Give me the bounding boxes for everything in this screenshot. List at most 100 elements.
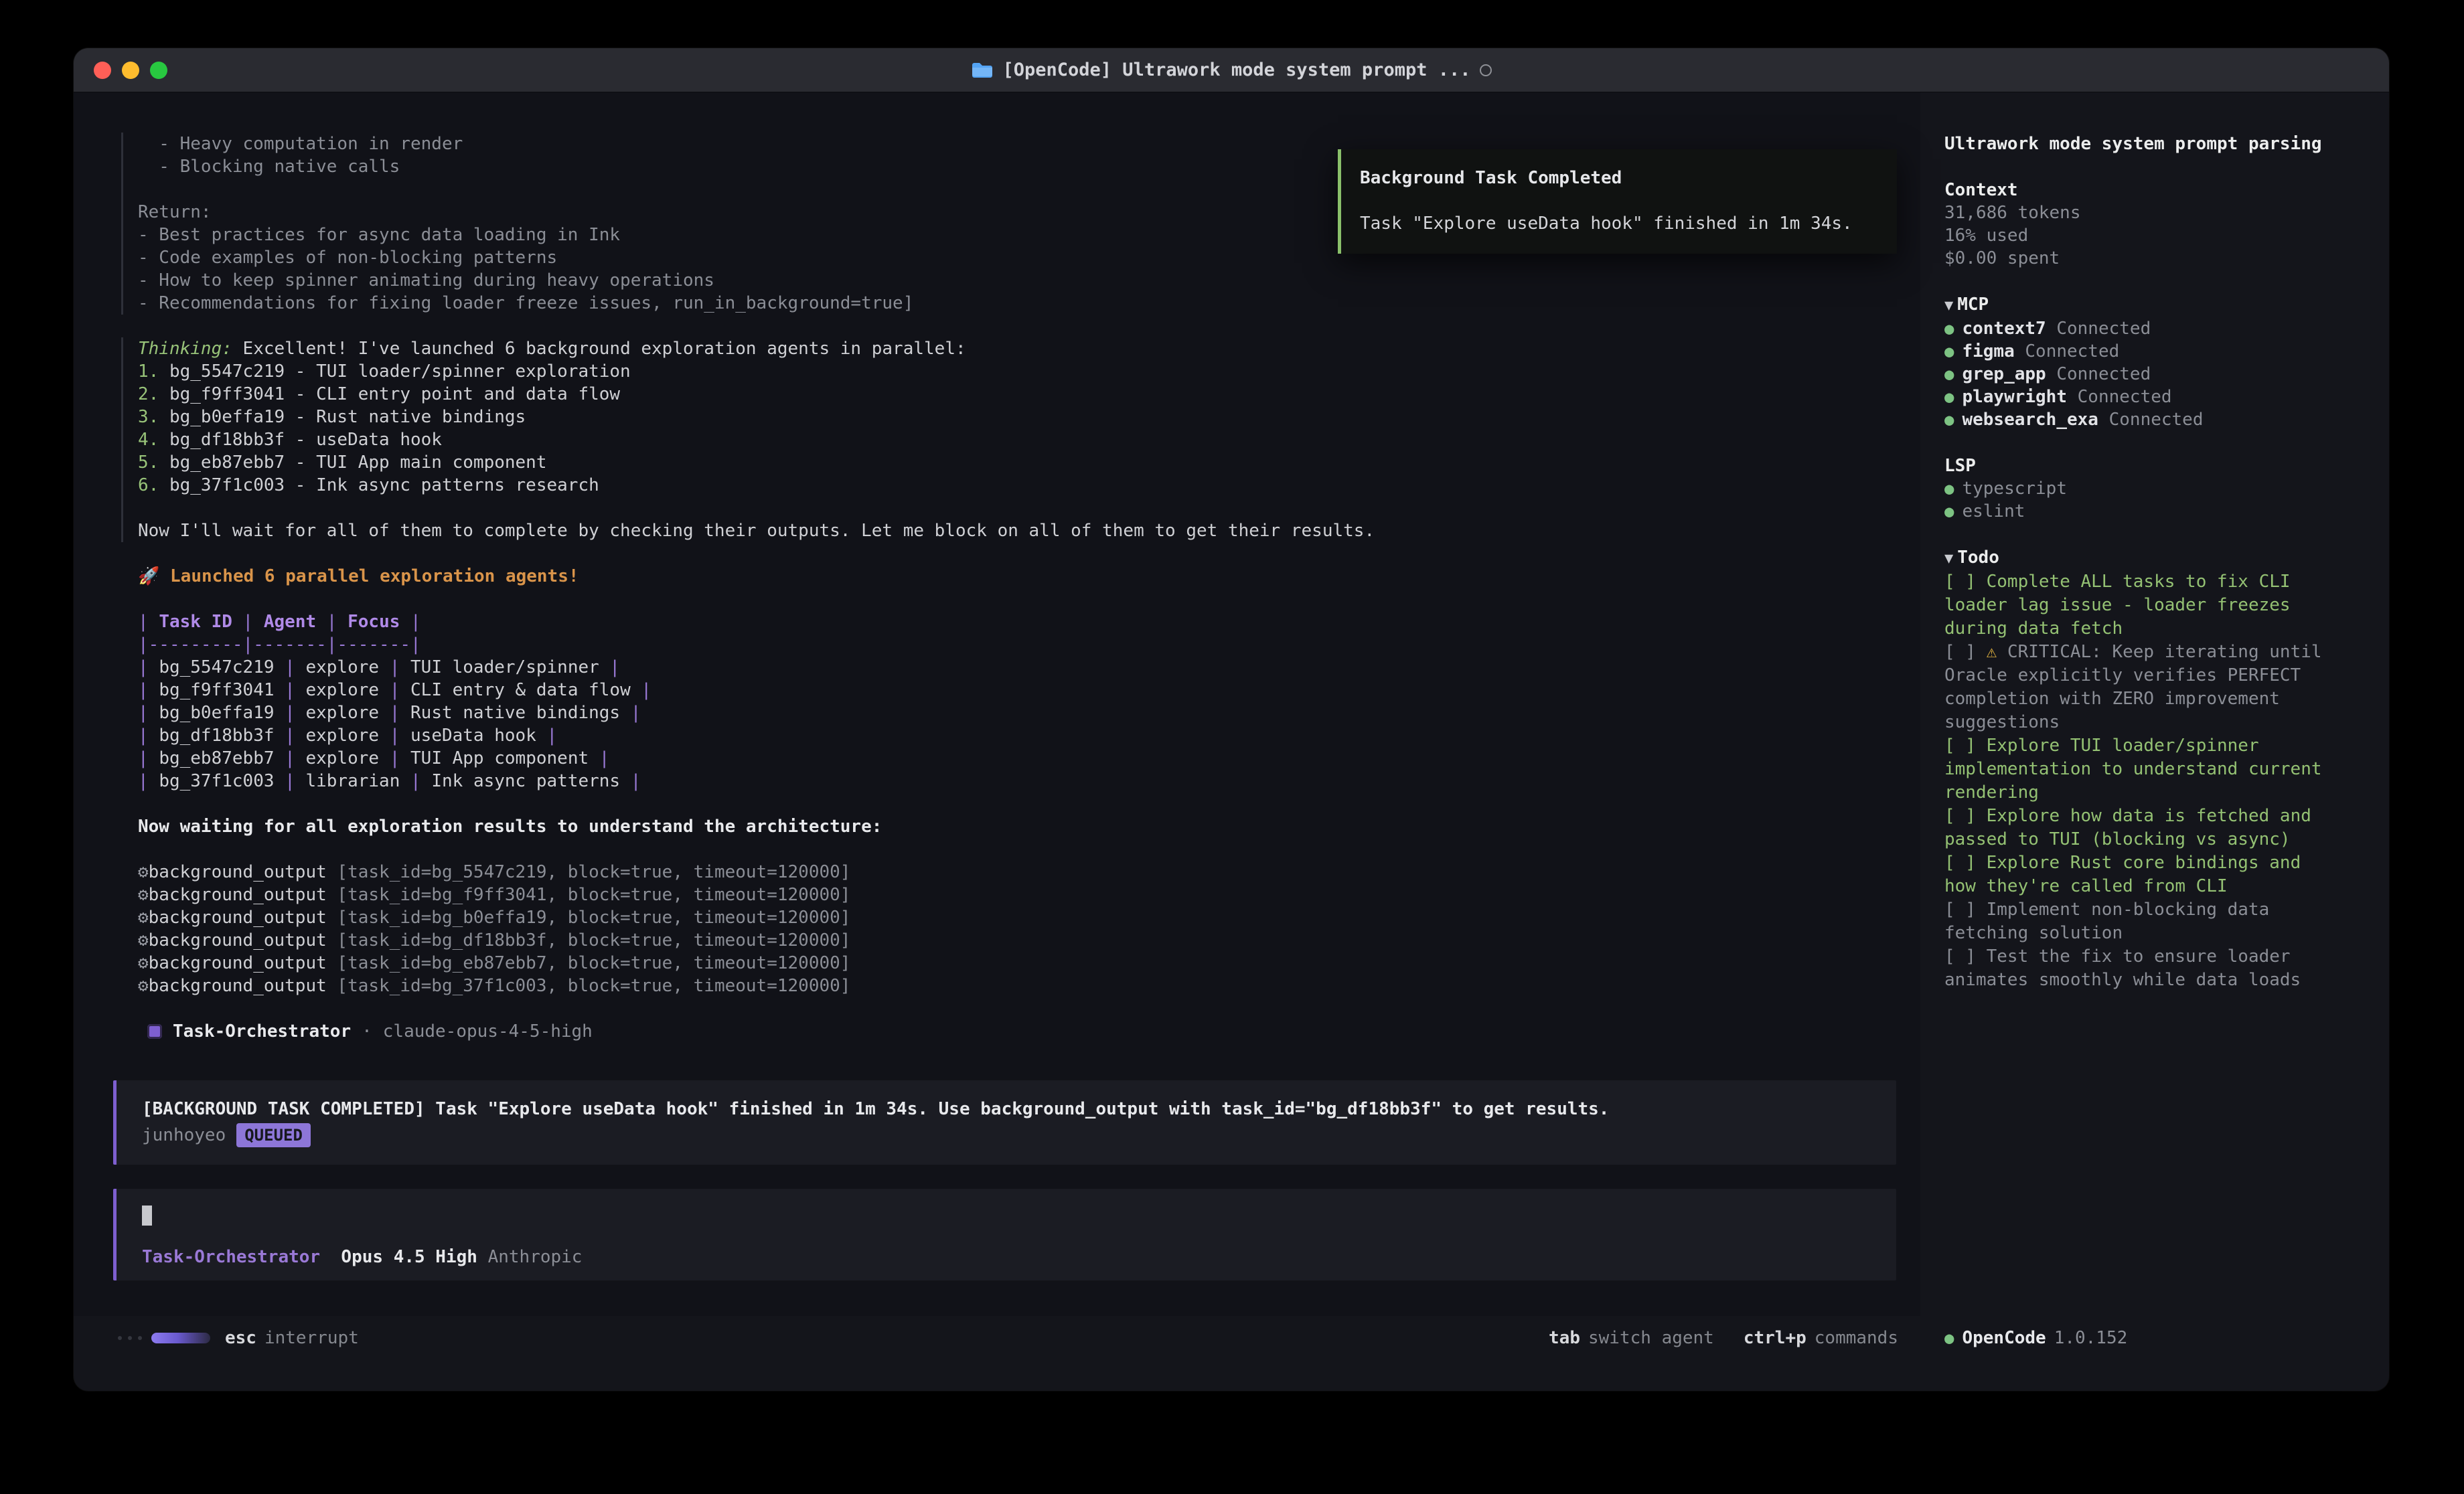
terminal-line: ⚙background_output [task_id=bg_df18bb3f,… [138,929,1896,952]
statusbar: esc interrupt tabswitch agent ctrl+pcomm… [74,1316,2389,1360]
lsp-item: ●eslint [1944,500,2327,523]
titlebar[interactable]: [OpenCode] Ultrawork mode system prompt … [74,48,2389,92]
statusbar-left: esc interrupt [118,1328,359,1348]
terminal-block: Now waiting for all exploration results … [138,815,1896,838]
agent-name: Task-Orchestrator [173,1021,351,1042]
todo-header[interactable]: ▼Todo [1944,546,2327,570]
todo-item: [ ] Explore TUI loader/spinner implement… [1944,734,2327,805]
toast-body: Task "Explore useData hook" finished in … [1360,212,1878,235]
mcp-item: ●grep_app Connected [1944,363,2327,386]
mcp-header[interactable]: ▼MCP [1944,293,2327,317]
input-provider-name: Anthropic [488,1247,583,1267]
input-agent-name: Task-Orchestrator [142,1247,320,1267]
app-name: OpenCode [1962,1328,2046,1348]
background-task-toast[interactable]: Background Task Completed Task "Explore … [1338,149,1897,254]
status-circle-icon [1480,64,1492,76]
conversation-pane[interactable]: - Heavy computation in render - Blocking… [74,92,1920,1316]
background-task-message-card: [BACKGROUND TASK COMPLETED] Task "Explor… [113,1080,1896,1165]
conversation: - Heavy computation in render - Blocking… [138,133,1896,1020]
agent-separator: · [362,1021,372,1042]
todo-text: Explore TUI loader/spinner implementatio… [1944,736,2322,803]
minimize-button[interactable] [122,62,139,79]
terminal-line: 5. bg_eb87ebb7 - TUI App main component [138,451,1896,474]
terminal-line: 1. bg_5547c219 - TUI loader/spinner expl… [138,360,1896,383]
context-stat: 31,686 tokens [1944,201,2327,224]
esc-key-hint: esc [225,1328,256,1348]
status-dot-icon: ● [1944,477,1954,500]
toast-title: Background Task Completed [1360,167,1878,189]
opencode-window: [OpenCode] Ultrawork mode system prompt … [74,48,2389,1391]
terminal-line: | bg_eb87ebb7 | explore | TUI App compon… [138,747,1896,770]
terminal-line: | Task ID | Agent | Focus | [138,610,1896,633]
terminal-line: Now waiting for all exploration results … [138,815,1896,838]
content-row: - Heavy computation in render - Blocking… [74,92,2389,1316]
text-cursor-icon [142,1206,152,1226]
folder-icon [971,61,994,80]
traffic-lights [74,62,167,79]
terminal-line: Now I'll wait for all of them to complet… [138,519,1896,542]
close-button[interactable] [94,62,111,79]
mcp-item: ●context7 Connected [1944,317,2327,340]
terminal-line: | bg_37f1c003 | librarian | Ink async pa… [138,770,1896,793]
terminal-line: 6. bg_37f1c003 - Ink async patterns rese… [138,474,1896,497]
terminal-line: ⚙background_output [task_id=bg_37f1c003,… [138,975,1896,997]
ctrlp-key-label: commands [1815,1328,1898,1348]
spinner-dots-icon [118,1336,142,1340]
terminal-block: ⚙background_output [task_id=bg_5547c219,… [138,861,1896,997]
status-dot-icon: ● [1944,363,1954,386]
todo-text: Explore how data is fetched and passed t… [1944,806,2311,849]
todo-item: [ ] Implement non-blocking data fetching… [1944,898,2327,945]
lsp-header: LSP [1944,454,2327,477]
todo-checkbox: [ ] [1944,853,1987,873]
todo-checkbox: [ ] [1944,572,1987,592]
mcp-section: ▼MCP ●context7 Connected●figma Connected… [1944,293,2327,431]
prompt-input[interactable]: Task-Orchestrator Opus 4.5 High Anthropi… [113,1189,1896,1280]
mcp-item: ●websearch_exa Connected [1944,408,2327,431]
todo-item: [ ] Explore how data is fetched and pass… [1944,805,2327,851]
terminal-line: 3. bg_b0effa19 - Rust native bindings [138,406,1896,428]
todo-item: [ ] Test the fix to ensure loader animat… [1944,945,2327,992]
tab-key-label: switch agent [1588,1328,1714,1348]
terminal-line [138,497,1896,519]
terminal-line: ⚙background_output [task_id=bg_eb87ebb7,… [138,952,1896,975]
input-model-name: Opus 4.5 High [341,1247,477,1267]
todo-item: [ ] ⚠ CRITICAL: Keep iterating until Ora… [1944,641,2327,734]
status-dot-icon: ● [1944,340,1954,363]
todo-checkbox: [ ] [1944,900,1987,920]
terminal-line: 4. bg_df18bb3f - useData hook [138,428,1896,451]
terminal-block: Thinking: Excellent! I've launched 6 bac… [121,337,1896,542]
agent-line: Task-Orchestrator · claude-opus-4-5-high [147,1020,1896,1043]
status-dot-icon: ● [1944,317,1954,340]
context-stat: $0.00 spent [1944,247,2327,270]
status-dot-icon: ● [1944,386,1954,408]
todo-text: Implement non-blocking data fetching sol… [1944,900,2269,943]
todo-checkbox: [ ] [1944,642,1987,662]
progress-bar [151,1333,210,1343]
lsp-item: ●typescript [1944,477,2327,500]
chevron-down-icon: ▼ [1944,550,1953,567]
chevron-down-icon: ▼ [1944,297,1953,314]
context-header: Context [1944,179,2327,201]
terminal-line: ⚙background_output [task_id=bg_5547c219,… [138,861,1896,884]
terminal-block: 🚀 Launched 6 parallel exploration agents… [138,565,1896,588]
context-stat: 16% used [1944,224,2327,247]
todo-checkbox: [ ] [1944,946,1987,967]
terminal-line: | bg_b0effa19 | explore | Rust native bi… [138,701,1896,724]
todo-item: [ ] Explore Rust core bindings and how t… [1944,851,2327,898]
todo-text: Explore Rust core bindings and how they'… [1944,853,2301,896]
terminal-line: Thinking: Excellent! I've launched 6 bac… [138,337,1896,360]
status-dot-icon: ● [1944,500,1954,523]
context-section: Context 31,686 tokens16% used$0.00 spent [1944,179,2327,270]
zoom-button[interactable] [150,62,167,79]
todo-checkbox: [ ] [1944,806,1987,826]
terminal-line: - How to keep spinner animating during h… [138,269,1896,292]
todo-text: Test the fix to ensure loader animates s… [1944,946,2301,990]
tab-key-hint: tab [1549,1328,1580,1348]
keyboard-hints: tabswitch agent ctrl+pcommands [1549,1328,1898,1348]
mcp-item: ●playwright Connected [1944,386,2327,408]
terminal-line: ⚙background_output [task_id=bg_b0effa19,… [138,906,1896,929]
terminal-line: |---------|-------|-------| [138,633,1896,656]
agent-model: claude-opus-4-5-high [383,1021,593,1042]
app-version-footer: ● OpenCode 1.0.152 [1920,1328,2389,1348]
agent-square-icon [147,1024,162,1039]
